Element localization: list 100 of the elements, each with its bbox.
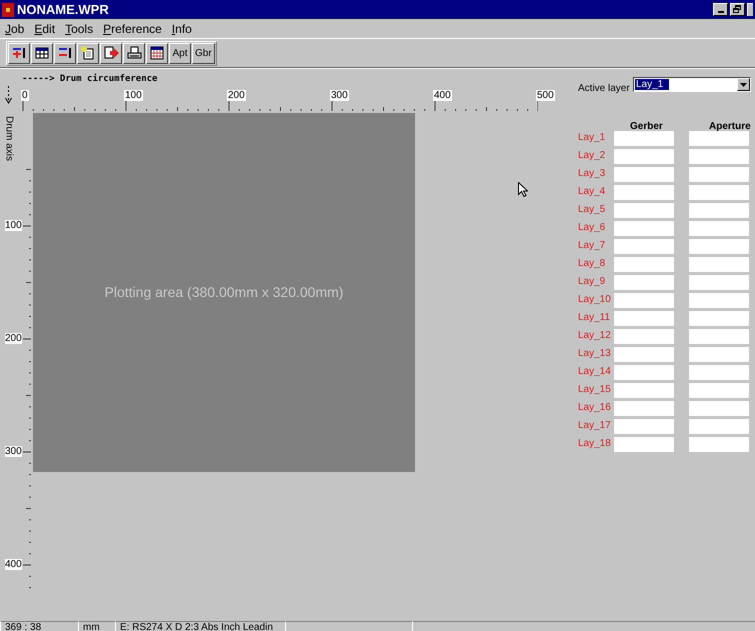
aperture-field[interactable] — [689, 311, 749, 326]
layer-label: Lay_7 — [578, 240, 606, 252]
status-pane: 369 : 38 — [0, 621, 78, 631]
menu-item[interactable]: Info — [172, 20, 192, 38]
gerber-field[interactable] — [614, 311, 674, 326]
layers-minus-icon — [57, 45, 73, 61]
calendar-icon — [149, 45, 165, 61]
gerber-field[interactable] — [614, 383, 674, 398]
aperture-field[interactable] — [689, 257, 749, 272]
gerber-field[interactable] — [614, 257, 674, 272]
aperture-field[interactable] — [689, 185, 749, 200]
aperture-field[interactable] — [689, 275, 749, 290]
layer-label: Lay_10 — [578, 294, 611, 306]
gerber-field[interactable] — [614, 275, 674, 290]
axis-label: Drum axis — [2, 114, 16, 163]
minimize-button[interactable] — [713, 3, 728, 16]
toolbar-button[interactable] — [54, 42, 76, 64]
ruler-label: 0 — [21, 90, 29, 101]
aperture-field[interactable] — [689, 401, 749, 416]
layer-label: Lay_2 — [578, 150, 606, 162]
table-icon — [34, 45, 50, 61]
toolbar-button[interactable] — [31, 42, 53, 64]
column-header: Gerber — [630, 120, 663, 134]
layer-label: Lay_3 — [578, 168, 606, 180]
active-layer-dropdown[interactable]: Lay_1 — [633, 77, 751, 92]
layers-plus-icon — [11, 45, 27, 61]
ruler-label: 100 — [124, 90, 143, 101]
layer-label: Lay_9 — [578, 276, 606, 288]
ruler-label: 300 — [5, 446, 22, 457]
layer-label: Lay_1 — [578, 132, 606, 144]
toolbar-button[interactable] — [123, 42, 145, 64]
layer-label: Lay_14 — [578, 366, 611, 378]
gerber-field[interactable] — [614, 401, 674, 416]
aperture-field[interactable] — [689, 365, 749, 380]
ruler-label: 300 — [330, 90, 349, 101]
status-pane: E: RS274 X D 2:3 Abs Inch Leadin — [115, 621, 285, 631]
layer-label: Lay_13 — [578, 348, 611, 360]
gerber-field[interactable] — [614, 239, 674, 254]
toolbar-button[interactable] — [146, 42, 168, 64]
app-icon — [2, 2, 14, 16]
menu-item[interactable]: Preference — [103, 20, 162, 38]
printer-icon — [126, 45, 142, 61]
aperture-field[interactable] — [689, 203, 749, 218]
aperture-field[interactable] — [689, 383, 749, 398]
layer-label: Lay_4 — [578, 186, 606, 198]
dashed-arrow-icon — [5, 86, 12, 104]
ruler-label: 100 — [5, 220, 22, 231]
aperture-field[interactable] — [689, 419, 749, 434]
layer-label: Lay_8 — [578, 258, 606, 270]
gerber-field[interactable] — [614, 293, 674, 308]
status-pane: mm — [78, 621, 115, 631]
gerber-field[interactable] — [614, 329, 674, 344]
ruler-label: 400 — [433, 90, 452, 101]
menu-item[interactable]: Tools — [65, 20, 94, 38]
field-label: Active layer — [578, 82, 630, 96]
window-title: NONAME.WPR — [17, 3, 109, 16]
menu-item[interactable]: Job — [5, 20, 24, 38]
layer-label: Lay_16 — [578, 402, 611, 414]
aperture-field[interactable] — [689, 293, 749, 308]
aperture-field[interactable] — [689, 131, 749, 146]
aperture-field[interactable] — [689, 167, 749, 182]
close-button[interactable] — [747, 3, 753, 16]
gerber-field[interactable] — [614, 131, 674, 146]
gerber-field[interactable] — [614, 347, 674, 362]
axis-label: -----> Drum circumference — [22, 73, 158, 86]
gerber-field[interactable] — [614, 365, 674, 380]
layer-label: Lay_6 — [578, 222, 606, 234]
aperture-field[interactable] — [689, 239, 749, 254]
aperture-field[interactable] — [689, 347, 749, 362]
aperture-field[interactable] — [689, 221, 749, 236]
layer-label: Lay_12 — [578, 330, 611, 342]
toolbar-button[interactable] — [100, 42, 122, 64]
ruler-label: 400 — [5, 559, 22, 570]
layer-label: Lay_5 — [578, 204, 606, 216]
column-header: Aperture — [709, 120, 751, 134]
ruler-label: 200 — [227, 90, 246, 101]
toolbar-button[interactable]: Gbr — [192, 42, 215, 64]
layer-label: Lay_11 — [578, 312, 610, 324]
gerber-field[interactable] — [614, 167, 674, 182]
toolbar-button[interactable] — [8, 42, 30, 64]
gerber-field[interactable] — [614, 221, 674, 236]
document-icon — [80, 45, 96, 61]
ruler-label: 200 — [5, 333, 22, 344]
document-arrow-icon — [103, 45, 119, 61]
ruler-label: 500 — [536, 90, 555, 101]
menu-item[interactable]: Edit — [34, 20, 56, 38]
toolbar-button[interactable]: Apt — [169, 42, 191, 64]
aperture-field[interactable] — [689, 149, 749, 164]
aperture-field[interactable] — [689, 329, 749, 344]
gerber-field[interactable] — [614, 419, 674, 434]
aperture-field[interactable] — [689, 437, 749, 452]
gerber-field[interactable] — [614, 185, 674, 200]
restore-button[interactable] — [730, 3, 745, 16]
gerber-field[interactable] — [614, 149, 674, 164]
gerber-field[interactable] — [614, 437, 674, 452]
layer-label: Lay_18 — [578, 438, 611, 450]
toolbar-button[interactable] — [77, 42, 99, 64]
gerber-field[interactable] — [614, 203, 674, 218]
mouse-cursor-icon — [518, 182, 528, 197]
plotting-area-label: Plotting area (380.00mm x 320.00mm) — [104, 283, 344, 302]
